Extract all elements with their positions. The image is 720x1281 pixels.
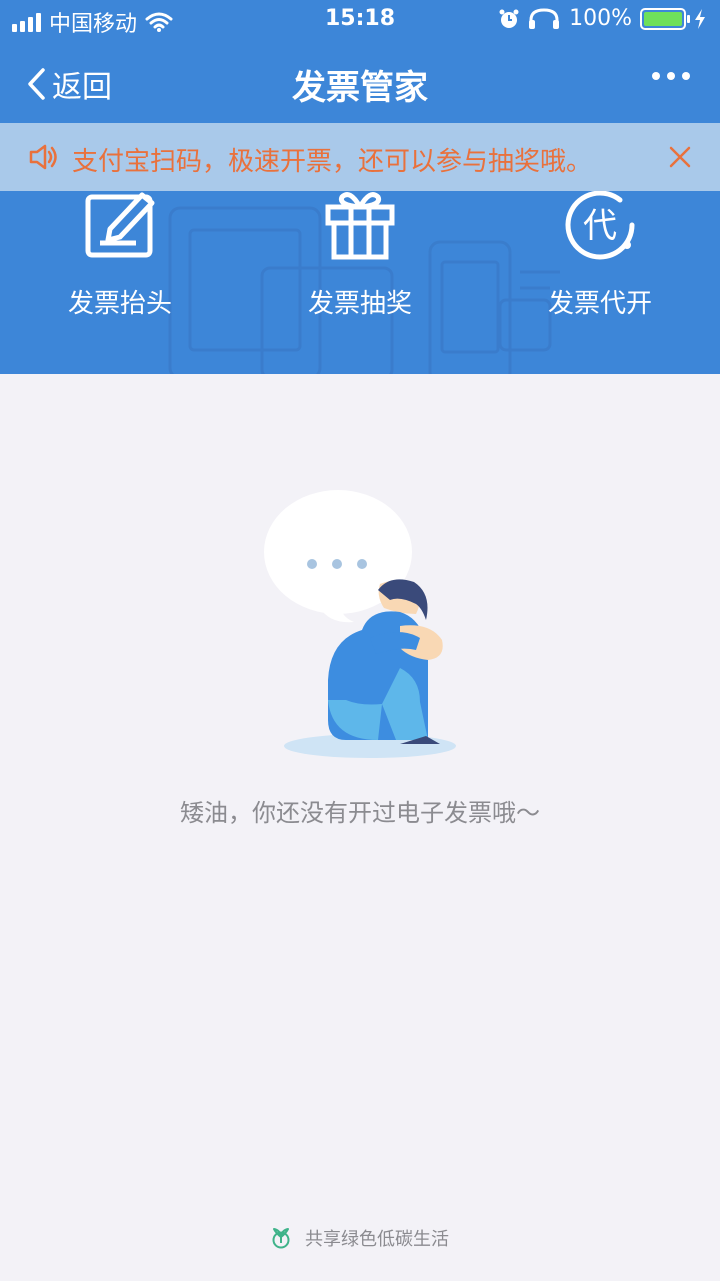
notice-text: 支付宝扫码，极速开票，还可以参与抽奖哦。: [72, 147, 593, 177]
gift-icon: [325, 192, 395, 260]
invoice-proxy-button[interactable]: 代 发票代开: [500, 185, 700, 320]
footer-slogan: 共享绿色低碳生活: [0, 1225, 720, 1251]
more-dot-icon: [682, 72, 690, 80]
invoice-proxy-label: 发票代开: [547, 289, 652, 319]
invoice-header-label: 发票抬头: [67, 289, 172, 319]
headphones-icon: [529, 7, 560, 29]
status-bar: 中国移动 15:18 100%: [0, 0, 720, 40]
more-button[interactable]: [652, 72, 690, 80]
dai-glyph: 代: [583, 206, 617, 246]
invoice-header-button[interactable]: 发票抬头: [20, 185, 220, 320]
edit-note-icon: [85, 192, 155, 258]
footer-text: 共享绿色低碳生活: [305, 1229, 449, 1250]
speaker-icon: [29, 144, 57, 170]
alarm-icon: [499, 9, 519, 28]
more-dot-icon: [667, 72, 675, 80]
invoice-lottery-button[interactable]: 发票抽奖: [260, 185, 460, 320]
close-icon[interactable]: [668, 145, 692, 169]
battery-percent: 100%: [569, 6, 632, 31]
sprout-icon: [272, 1228, 290, 1249]
notice-banner[interactable]: 支付宝扫码，极速开票，还可以参与抽奖哦。: [0, 123, 720, 191]
charging-icon: [695, 8, 705, 29]
battery-icon: [640, 7, 690, 30]
empty-state-illustration: [264, 490, 456, 758]
empty-state-message: 矮油，你还没有开过电子发票哦～: [180, 799, 540, 827]
page-title: 发票管家: [292, 68, 428, 108]
nav-bar: 返回 发票管家: [0, 40, 720, 122]
invoice-lottery-label: 发票抽奖: [307, 289, 412, 319]
more-dot-icon: [652, 72, 660, 80]
dai-badge-icon: 代: [565, 190, 635, 260]
